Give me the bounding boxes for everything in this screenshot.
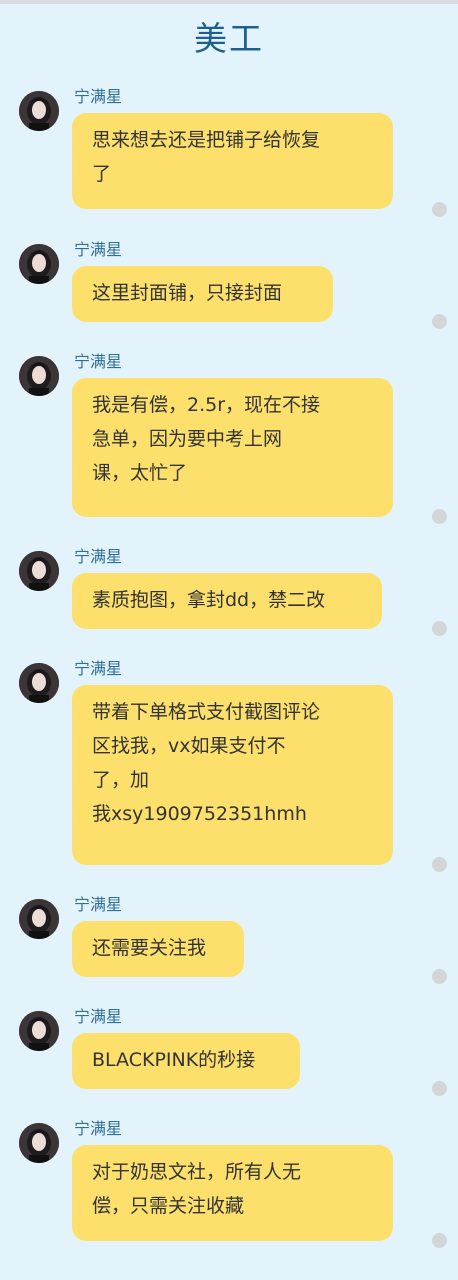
- top-divider: [0, 0, 458, 4]
- message-text: 还需要关注我: [92, 937, 207, 959]
- more-options-dot[interactable]: [432, 314, 447, 329]
- message-bubble[interactable]: 我是有偿，2.5r，现在不接 急单，因为要中考上网 课，太忙了: [72, 378, 393, 517]
- message-text: BLACKPINK的秒接: [92, 1049, 256, 1071]
- message-bubble[interactable]: 带着下单格式支付截图评论 区找我，vx如果支付不 了，加 我xsy1909752…: [72, 685, 393, 865]
- page-title: 美工: [194, 19, 264, 58]
- sender-name[interactable]: 宁满星: [74, 1008, 122, 1026]
- message-bubble[interactable]: BLACKPINK的秒接: [72, 1033, 300, 1089]
- message-bubble[interactable]: 还需要关注我: [72, 921, 244, 977]
- message-text: 素质抱图，拿封dd，禁二改: [92, 589, 326, 611]
- sender-name[interactable]: 宁满星: [74, 353, 122, 371]
- message-text: 偿，只需关注收藏: [92, 1195, 245, 1217]
- sender-name[interactable]: 宁满星: [74, 660, 122, 678]
- avatar[interactable]: [19, 899, 59, 939]
- message-bubble[interactable]: 素质抱图，拿封dd，禁二改: [72, 573, 382, 629]
- avatar[interactable]: [19, 551, 59, 591]
- message-text: 了: [92, 163, 112, 185]
- avatar[interactable]: [19, 356, 59, 396]
- message-text: 急单，因为要中考上网: [92, 428, 283, 450]
- avatar-image: [19, 663, 59, 703]
- avatar[interactable]: [19, 91, 59, 131]
- avatar[interactable]: [19, 663, 59, 703]
- avatar[interactable]: [19, 1123, 59, 1163]
- avatar[interactable]: [19, 1011, 59, 1051]
- avatar-image: [19, 91, 59, 131]
- more-options-dot[interactable]: [432, 1233, 447, 1248]
- message-text: 思来想去还是把铺子给恢复: [92, 129, 321, 151]
- message-text: 对于奶思文社，所有人无: [92, 1161, 302, 1183]
- message-text: 了，加: [92, 769, 150, 791]
- message-bubble[interactable]: 这里封面铺，只接封面: [72, 266, 333, 322]
- message-text: 这里封面铺，只接封面: [92, 282, 283, 304]
- more-options-dot[interactable]: [432, 857, 447, 872]
- more-options-dot[interactable]: [432, 969, 447, 984]
- sender-name[interactable]: 宁满星: [74, 241, 122, 259]
- message-text: 区找我，vx如果支付不: [92, 735, 286, 757]
- more-options-dot[interactable]: [432, 202, 447, 217]
- message-text: 我xsy1909752351hmh: [92, 803, 307, 825]
- more-options-dot[interactable]: [432, 1081, 447, 1096]
- message-bubble[interactable]: 对于奶思文社，所有人无 偿，只需关注收藏: [72, 1145, 393, 1241]
- message-text: 我是有偿，2.5r，现在不接: [92, 394, 321, 416]
- avatar[interactable]: [19, 244, 59, 284]
- message-text: 带着下单格式支付截图评论: [92, 701, 321, 723]
- sender-name[interactable]: 宁满星: [74, 88, 122, 106]
- more-options-dot[interactable]: [432, 509, 447, 524]
- sender-name[interactable]: 宁满星: [74, 548, 122, 566]
- message-bubble[interactable]: 思来想去还是把铺子给恢复 了: [72, 113, 393, 209]
- sender-name[interactable]: 宁满星: [74, 896, 122, 914]
- more-options-dot[interactable]: [432, 621, 447, 636]
- avatar-image: [19, 551, 59, 591]
- sender-name[interactable]: 宁满星: [74, 1120, 122, 1138]
- avatar-image: [19, 1011, 59, 1051]
- avatar-image: [19, 356, 59, 396]
- avatar-image: [19, 1123, 59, 1163]
- avatar-image: [19, 899, 59, 939]
- message-text: 课，太忙了: [92, 462, 188, 484]
- avatar-image: [19, 244, 59, 284]
